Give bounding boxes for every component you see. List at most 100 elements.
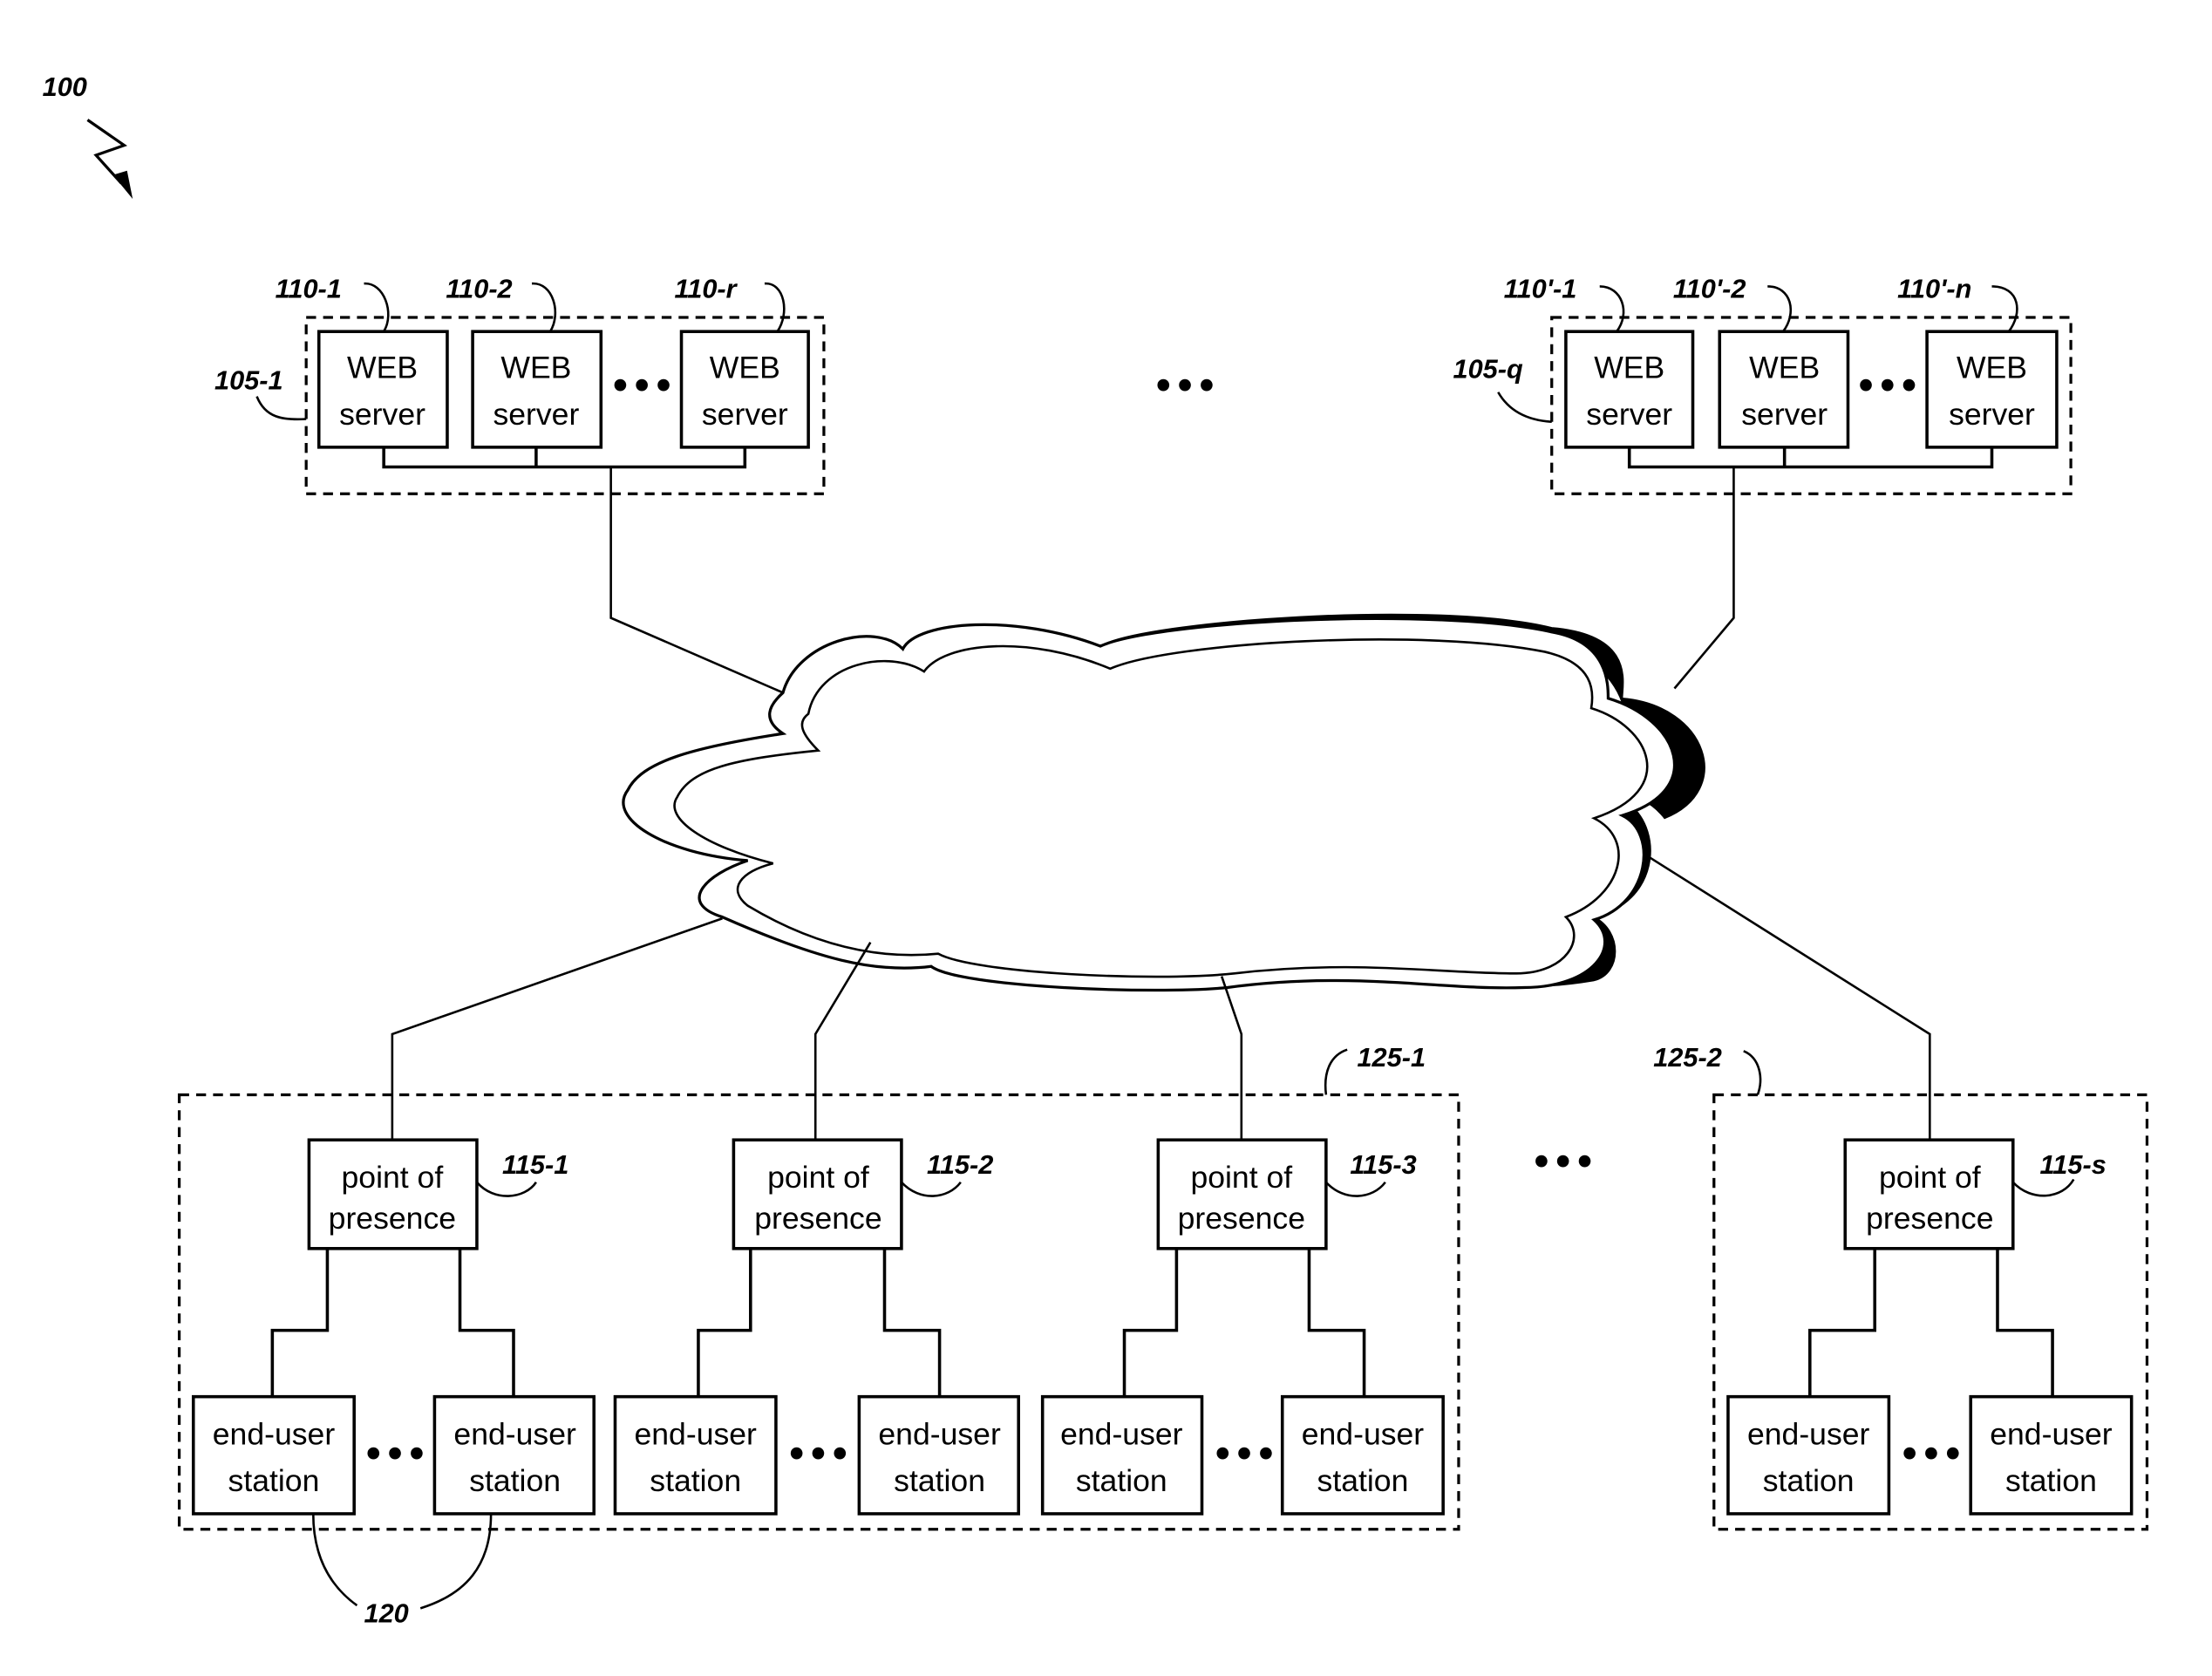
server-ref-label: 110'-n <box>1897 273 1971 303</box>
web-server-110-1[interactable]: WEB server <box>316 330 449 449</box>
svg-text:WEB: WEB <box>347 351 418 385</box>
ellipsis: ••• <box>786 1435 850 1475</box>
figure-lightning-arrow-icon <box>86 119 133 200</box>
server-leader-line <box>364 282 390 332</box>
server-ref-label: 110-1 <box>276 273 342 303</box>
svg-text:presence: presence <box>329 1201 456 1236</box>
svg-text:end-user: end-user <box>634 1417 757 1452</box>
svg-text:point of: point of <box>342 1160 444 1195</box>
svg-text:server: server <box>1949 397 2035 432</box>
figure-ref-label: 100 <box>43 72 87 102</box>
pop-uplink-115-1 <box>391 916 723 1141</box>
network-cloud-icon <box>622 613 1705 992</box>
svg-text:station: station <box>228 1463 320 1498</box>
station-link <box>1996 1248 2054 1397</box>
svg-text:presence: presence <box>1866 1201 1993 1236</box>
pop-ref-label: 115-s <box>2040 1149 2107 1180</box>
point-of-presence-115-2[interactable]: point of presence <box>732 1138 903 1250</box>
svg-text:WEB: WEB <box>500 351 571 385</box>
svg-text:end-user: end-user <box>878 1417 1001 1452</box>
server-leader-line <box>764 282 786 332</box>
svg-text:presence: presence <box>1178 1201 1305 1236</box>
svg-text:station: station <box>650 1463 741 1498</box>
end-user-station[interactable]: end-user station <box>1726 1394 1891 1516</box>
svg-text:end-user: end-user <box>1302 1417 1425 1452</box>
station-link <box>697 1248 752 1397</box>
svg-text:point of: point of <box>1190 1160 1292 1195</box>
pop-uplink-115-3 <box>1220 976 1243 1141</box>
pop-leader-line <box>475 1181 537 1197</box>
svg-text:point of: point of <box>1879 1160 1981 1195</box>
svg-text:WEB: WEB <box>710 351 780 385</box>
pop-ref-label: 115-2 <box>927 1149 993 1180</box>
cluster-leader-line <box>255 396 307 421</box>
end-user-station[interactable]: end-user station <box>1969 1394 2134 1516</box>
ellipsis: ••• <box>609 367 674 406</box>
svg-text:end-user: end-user <box>1990 1417 2113 1452</box>
ellipsis: ••• <box>1855 367 1920 406</box>
point-of-presence-115-3[interactable]: point of presence <box>1156 1138 1328 1250</box>
cluster-ref-label: 105-1 <box>214 365 283 396</box>
end-user-station[interactable]: end-user station <box>857 1394 1020 1516</box>
server-bus <box>382 446 747 469</box>
station-link <box>270 1248 330 1397</box>
stations-ref-label: 120 <box>364 1598 409 1629</box>
server-bus <box>1627 446 1994 469</box>
region-leader-line <box>1743 1050 1762 1095</box>
server-leader-line <box>1767 285 1793 332</box>
svg-text:end-user: end-user <box>213 1417 336 1452</box>
ellipsis: ••• <box>1899 1435 1964 1475</box>
point-of-presence-115-1[interactable]: point of presence <box>307 1138 479 1250</box>
server-ref-label: 110'-2 <box>1673 273 1746 303</box>
svg-text:station: station <box>1076 1463 1167 1498</box>
svg-text:WEB: WEB <box>1594 351 1664 385</box>
svg-text:station: station <box>1763 1463 1855 1498</box>
server-ref-label: 110'-1 <box>1504 273 1577 303</box>
pop-ref-label: 115-1 <box>502 1149 568 1180</box>
end-user-station[interactable]: end-user station <box>1280 1394 1445 1516</box>
svg-text:end-user: end-user <box>1060 1417 1183 1452</box>
end-user-station[interactable]: end-user station <box>613 1394 778 1516</box>
svg-text:end-user: end-user <box>1747 1417 1870 1452</box>
end-user-station[interactable]: end-user station <box>191 1394 356 1516</box>
cluster-ellipsis: ••• <box>1153 367 1217 406</box>
svg-text:server: server <box>339 397 425 432</box>
svg-text:WEB: WEB <box>1957 351 2027 385</box>
web-server-110-r[interactable]: WEB server <box>679 330 810 449</box>
region-ellipsis: ••• <box>1530 1143 1595 1182</box>
svg-text:server: server <box>1586 397 1672 432</box>
svg-text:station: station <box>1317 1463 1409 1498</box>
region-ref-label: 125-1 <box>1357 1042 1426 1073</box>
pop-uplink-115-s <box>1643 852 1931 1141</box>
region-ref-label: 125-2 <box>1653 1042 1722 1073</box>
end-user-station[interactable]: end-user station <box>1040 1394 1204 1516</box>
pop-ref-label: 115-3 <box>1350 1149 1416 1180</box>
pop-leader-line <box>900 1181 962 1197</box>
svg-text:station: station <box>894 1463 985 1498</box>
station-link <box>458 1248 515 1397</box>
svg-text:station: station <box>469 1463 561 1498</box>
web-server-110-2[interactable]: WEB server <box>471 330 603 449</box>
end-user-station[interactable]: end-user station <box>432 1394 596 1516</box>
svg-text:presence: presence <box>754 1201 881 1236</box>
pop-leader-line <box>1324 1181 1386 1197</box>
station-link <box>1122 1248 1179 1397</box>
server-leader-line <box>1991 285 2018 332</box>
svg-text:point of: point of <box>767 1160 869 1195</box>
web-server-110p-1[interactable]: WEB server <box>1564 330 1695 449</box>
web-server-110p-2[interactable]: WEB server <box>1718 330 1850 449</box>
svg-text:server: server <box>1741 397 1827 432</box>
station-link <box>1808 1248 1877 1397</box>
stations-leader-line <box>311 1513 358 1607</box>
ellipsis: ••• <box>1212 1435 1276 1475</box>
server-leader-line <box>1599 285 1625 332</box>
web-server-110p-n[interactable]: WEB server <box>1925 330 2059 449</box>
svg-text:server: server <box>702 397 788 432</box>
network-diagram: 100 105-1 WEB server 110-1 WEB server 11… <box>43 72 2149 1629</box>
svg-text:end-user: end-user <box>453 1417 576 1452</box>
server-cluster-105-q: 105-q WEB server 110'-1 WEB server 110'-… <box>1453 273 2072 495</box>
svg-text:WEB: WEB <box>1749 351 1820 385</box>
point-of-presence-115-s[interactable]: point of presence <box>1843 1138 2015 1250</box>
server-ref-label: 110-r <box>674 273 738 303</box>
cluster-uplink-105-q <box>1673 467 1735 690</box>
